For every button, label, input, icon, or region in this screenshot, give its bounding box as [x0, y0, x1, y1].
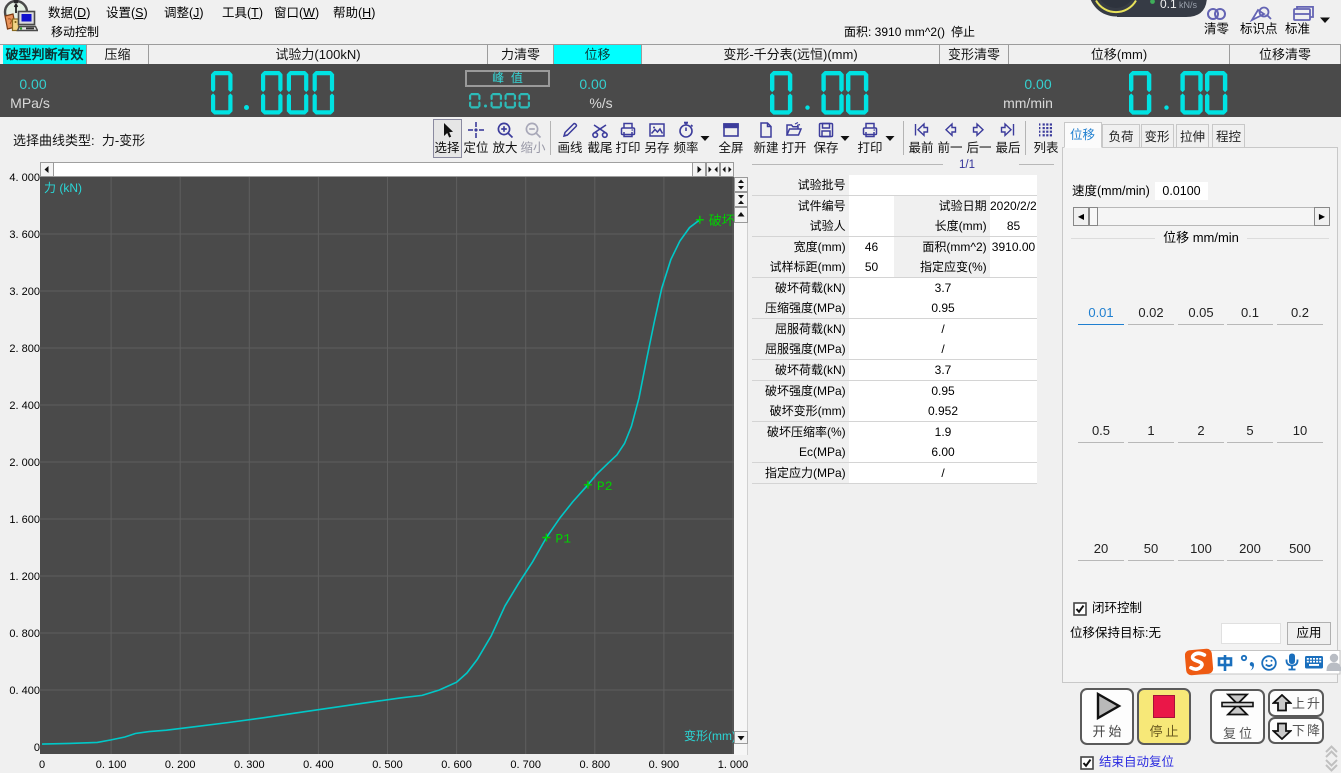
- svg-text:0. 300: 0. 300: [234, 759, 265, 771]
- svg-text:0. 400: 0. 400: [303, 759, 334, 771]
- svg-text:0. 700: 0. 700: [510, 759, 541, 771]
- svg-text:破坏: 破坏: [709, 214, 735, 229]
- svg-text:变形(mm): 变形(mm): [684, 728, 736, 743]
- svg-text:1. 600: 1. 600: [9, 514, 40, 526]
- svg-text:0: 0: [39, 759, 45, 771]
- svg-text:0. 800: 0. 800: [580, 759, 611, 771]
- svg-text:P1: P1: [555, 532, 571, 547]
- svg-text:0. 100: 0. 100: [96, 759, 127, 771]
- svg-text:力 (kN): 力 (kN): [44, 181, 82, 195]
- svg-text:0. 200: 0. 200: [165, 759, 196, 771]
- svg-text:kN/s: kN/s: [1179, 0, 1198, 10]
- svg-text:2. 000: 2. 000: [9, 457, 40, 469]
- svg-text:4. 000: 4. 000: [9, 172, 40, 184]
- svg-text:0. 500: 0. 500: [372, 759, 403, 771]
- svg-text:0. 600: 0. 600: [441, 759, 472, 771]
- svg-text:0. 900: 0. 900: [649, 759, 680, 771]
- svg-text:2. 400: 2. 400: [9, 400, 40, 412]
- svg-text:0: 0: [34, 742, 40, 754]
- svg-text:3. 600: 3. 600: [9, 229, 40, 241]
- svg-text:3. 200: 3. 200: [9, 286, 40, 298]
- svg-text:1. 000: 1. 000: [718, 759, 748, 771]
- svg-text:P2: P2: [597, 479, 613, 494]
- svg-text:2. 800: 2. 800: [9, 343, 40, 355]
- svg-text:0. 800: 0. 800: [9, 628, 40, 640]
- svg-text:1. 200: 1. 200: [9, 571, 40, 583]
- svg-text:0. 400: 0. 400: [9, 685, 40, 697]
- svg-text:0.1: 0.1: [1160, 0, 1177, 11]
